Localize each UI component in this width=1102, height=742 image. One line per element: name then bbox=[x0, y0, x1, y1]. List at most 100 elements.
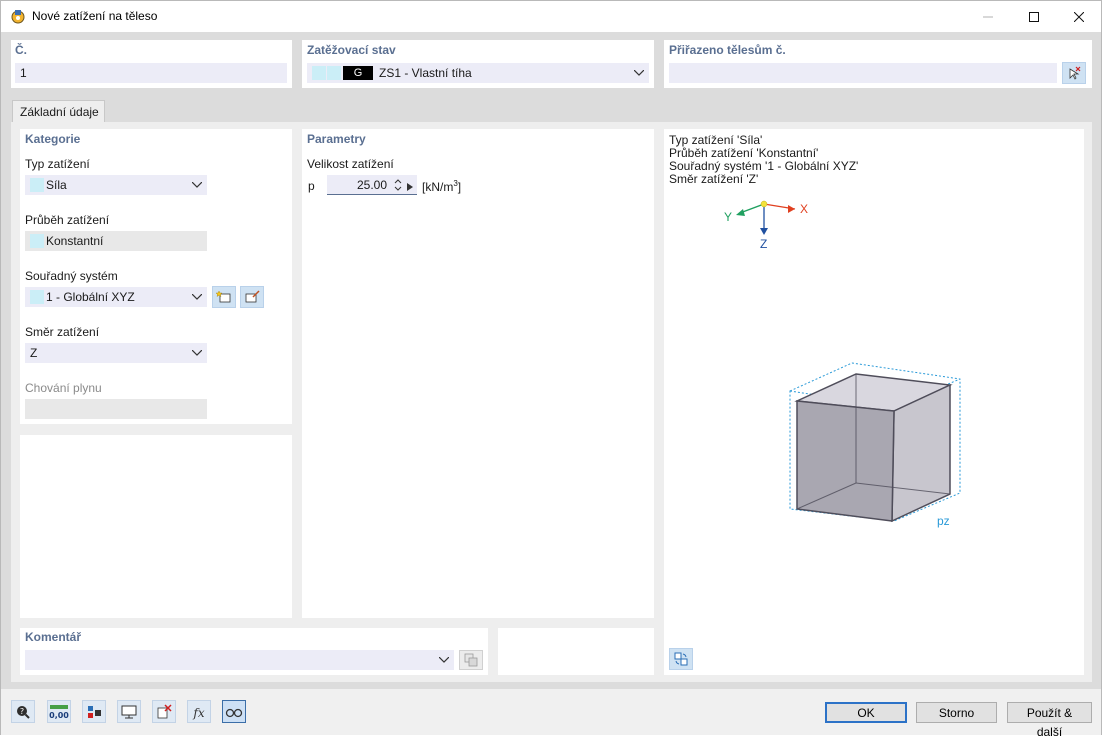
help-button[interactable]: ? bbox=[11, 700, 35, 723]
magnitude-label: Velikost zatížení bbox=[307, 157, 394, 171]
minimize-button[interactable] bbox=[965, 1, 1011, 32]
category-panel: Kategorie Typ zatížení Síla Průběh zatíž… bbox=[20, 129, 292, 424]
delete-selection-button[interactable] bbox=[152, 700, 176, 723]
magnitude-spinner[interactable] bbox=[394, 177, 404, 193]
load-case-color-swatch bbox=[312, 66, 326, 80]
assigned-label: Přiřazeno tělesům č. bbox=[669, 43, 786, 57]
new-coord-system-button[interactable] bbox=[212, 286, 236, 308]
view-options-button[interactable] bbox=[669, 648, 693, 670]
chevron-down-icon bbox=[192, 350, 202, 356]
ok-button[interactable]: OK bbox=[825, 702, 907, 723]
magnitude-expand-button[interactable] bbox=[407, 180, 415, 191]
maximize-button[interactable] bbox=[1011, 1, 1057, 32]
unit-base: [kN/m bbox=[422, 180, 454, 194]
comment-label: Komentář bbox=[25, 630, 82, 644]
solid-body bbox=[794, 373, 953, 523]
model-structure-button[interactable] bbox=[82, 700, 106, 723]
svg-text:0,00: 0,00 bbox=[49, 711, 69, 720]
apply-next-button[interactable]: Použít & další bbox=[1007, 702, 1092, 739]
dialog-content: Č. 1 Zatěžovací stav G ZS1 - Vlastní tíh… bbox=[1, 32, 1101, 689]
pick-cursor-icon bbox=[1069, 66, 1081, 80]
rotate-view-icon bbox=[674, 652, 688, 666]
number-label: Č. bbox=[15, 43, 27, 57]
svg-text:fx: fx bbox=[192, 706, 204, 720]
assigned-panel: Přiřazeno tělesům č. bbox=[664, 40, 1092, 88]
preview-panel: Typ zatížení 'Síla' Průběh zatížení 'Kon… bbox=[664, 129, 1084, 675]
decimal-units-icon: 0,00 bbox=[49, 704, 69, 720]
load-case-select[interactable]: G ZS1 - Vlastní tíha bbox=[307, 63, 649, 83]
axis-x-label: X bbox=[800, 202, 809, 216]
view-toggle-button[interactable] bbox=[222, 700, 246, 723]
load-case-color-swatch-2 bbox=[327, 66, 341, 80]
dialog-footer: ? 0,00 fx OK Storno Použít & další bbox=[1, 689, 1101, 739]
axis-triad bbox=[736, 200, 796, 235]
help-search-icon: ? bbox=[17, 705, 30, 719]
maximize-icon bbox=[1029, 11, 1039, 22]
chevron-down-icon bbox=[192, 182, 202, 188]
number-input[interactable]: 1 bbox=[15, 63, 287, 83]
model-tree-icon bbox=[88, 705, 101, 718]
coord-system-select[interactable]: 1 - Globální XYZ bbox=[25, 287, 207, 307]
close-icon bbox=[1074, 11, 1084, 22]
comment-panel: Komentář bbox=[20, 628, 488, 675]
load-type-select[interactable]: Síla bbox=[25, 175, 207, 195]
load-type-value: Síla bbox=[46, 178, 67, 192]
pick-solid-button[interactable] bbox=[1062, 62, 1086, 84]
preview-info-line: Směr zatížení 'Z' bbox=[669, 172, 759, 186]
copy-icon bbox=[464, 653, 478, 667]
load-case-value: ZS1 - Vlastní tíha bbox=[379, 66, 472, 80]
assigned-input[interactable] bbox=[669, 63, 1057, 83]
units-button[interactable]: 0,00 bbox=[47, 700, 71, 723]
parameters-title: Parametry bbox=[307, 132, 366, 146]
parameters-panel: Parametry Velikost zatížení p 25.00 [kN/… bbox=[302, 129, 654, 618]
window-title: Nové zatížení na těleso bbox=[32, 9, 158, 23]
unit-end: ] bbox=[457, 180, 462, 194]
app-logo-icon bbox=[10, 8, 26, 24]
triangle-right-icon bbox=[407, 183, 413, 191]
minimize-icon bbox=[983, 16, 993, 17]
magnitude-unit: [kN/m3] bbox=[422, 179, 461, 194]
cancel-button[interactable]: Storno bbox=[916, 702, 997, 723]
load-case-panel: Zatěžovací stav G ZS1 - Vlastní tíha bbox=[302, 40, 654, 88]
comment-input[interactable] bbox=[25, 650, 454, 670]
axis-y-label: Y bbox=[724, 210, 733, 224]
dialog-window: Nové zatížení na těleso Č. 1 Zatěžovací … bbox=[0, 0, 1102, 739]
load-case-badge: G bbox=[343, 66, 373, 80]
close-button[interactable] bbox=[1056, 1, 1102, 32]
category-title: Kategorie bbox=[25, 132, 81, 146]
distribution-value: Konstantní bbox=[46, 234, 104, 248]
display-settings-button[interactable] bbox=[117, 700, 141, 723]
tab-basic-data[interactable]: Základní údaje bbox=[12, 100, 105, 123]
magnitude-symbol: p bbox=[308, 179, 315, 193]
coord-system-value: 1 - Globální XYZ bbox=[46, 290, 135, 304]
gas-behavior-label: Chování plynu bbox=[25, 381, 102, 395]
coord-system-swatch bbox=[30, 290, 44, 304]
direction-value: Z bbox=[30, 346, 38, 360]
spinner-updown-icon bbox=[394, 179, 402, 191]
chevron-down-icon bbox=[634, 70, 644, 76]
distribution-label: Průběh zatížení bbox=[25, 213, 110, 227]
glasses-view-icon bbox=[225, 708, 243, 717]
svg-text:?: ? bbox=[20, 707, 24, 716]
load-case-label: Zatěžovací stav bbox=[307, 43, 396, 57]
distribution-field: Konstantní bbox=[25, 231, 207, 251]
title-bar: Nové zatížení na těleso bbox=[1, 1, 1101, 32]
edit-coord-system-button[interactable] bbox=[240, 286, 264, 308]
gas-behavior-field bbox=[25, 399, 207, 419]
empty-panel bbox=[20, 435, 292, 618]
formula-button[interactable]: fx bbox=[187, 700, 211, 723]
distribution-swatch bbox=[30, 234, 44, 248]
chevron-down-icon bbox=[439, 657, 449, 663]
coord-system-label: Souřadný systém bbox=[25, 269, 118, 283]
load-label-pz: pz bbox=[937, 514, 950, 528]
direction-select[interactable]: Z bbox=[25, 343, 207, 363]
monitor-icon bbox=[121, 705, 137, 718]
formula-fx-icon: fx bbox=[192, 706, 204, 720]
number-panel: Č. 1 bbox=[11, 40, 292, 88]
empty-bottom-panel bbox=[498, 628, 654, 675]
load-type-label: Typ zatížení bbox=[25, 157, 90, 171]
new-coord-system-icon bbox=[216, 290, 231, 303]
edit-coord-system-icon bbox=[245, 290, 260, 303]
load-type-swatch bbox=[30, 178, 44, 192]
comment-copy-button[interactable] bbox=[459, 650, 483, 670]
